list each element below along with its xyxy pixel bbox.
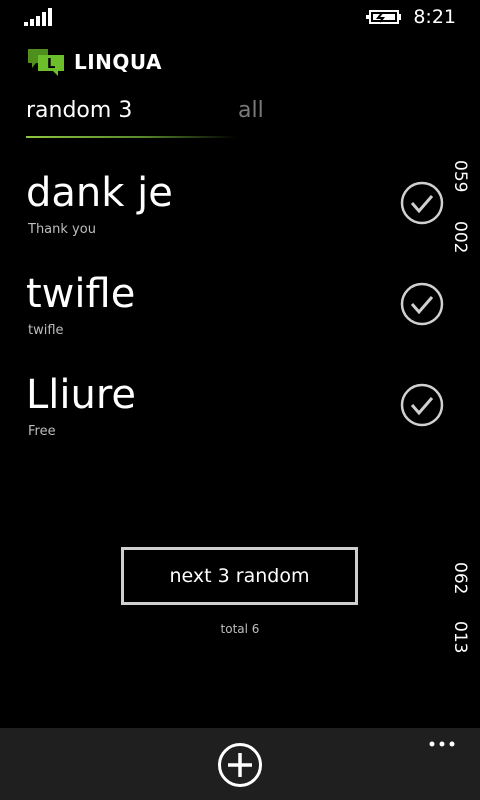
word-text: dank je [26,170,173,216]
word-translation: twifle [28,323,64,338]
side-number: 062 [450,562,470,595]
more-ellipsis-icon[interactable] [428,740,456,748]
side-number: 059 [450,160,470,193]
status-bar: 8:21 [0,0,480,36]
word-text: twifle [26,271,136,317]
check-circle-icon[interactable] [400,282,444,326]
check-circle-icon[interactable] [400,181,444,225]
word-list: dank je Thank you twifle twifle Lliure F… [0,164,480,467]
list-item[interactable]: twifle twifle [0,265,480,366]
list-item[interactable]: Lliure Free [0,366,480,467]
word-translation: Thank you [28,222,96,237]
total-count: total 6 [220,622,260,636]
app-title: LINQUA [74,50,163,74]
battery-charging-icon [366,10,401,24]
add-circle-icon[interactable] [217,742,263,788]
check-circle-icon[interactable] [400,383,444,427]
next-random-button[interactable]: next 3 random [121,547,358,605]
signal-strength-icon [24,8,52,26]
side-number: 002 [450,221,470,254]
svg-text:L: L [47,57,55,72]
word-text: Lliure [26,372,137,418]
list-item[interactable]: dank je Thank you [0,164,480,265]
pivot-tabs: random 3 all [26,98,480,140]
app-bar [0,728,480,800]
active-tab-underline [26,136,236,138]
linqua-logo-icon: L [28,49,64,76]
app-header: L LINQUA [26,46,162,78]
tab-random-3[interactable]: random 3 [26,98,132,123]
tab-all[interactable]: all [238,98,264,123]
app-screen: 8:21 L LINQUA random 3 all dank je Thank… [0,0,480,800]
word-translation: Free [28,424,56,439]
status-time: 8:21 [413,6,456,28]
